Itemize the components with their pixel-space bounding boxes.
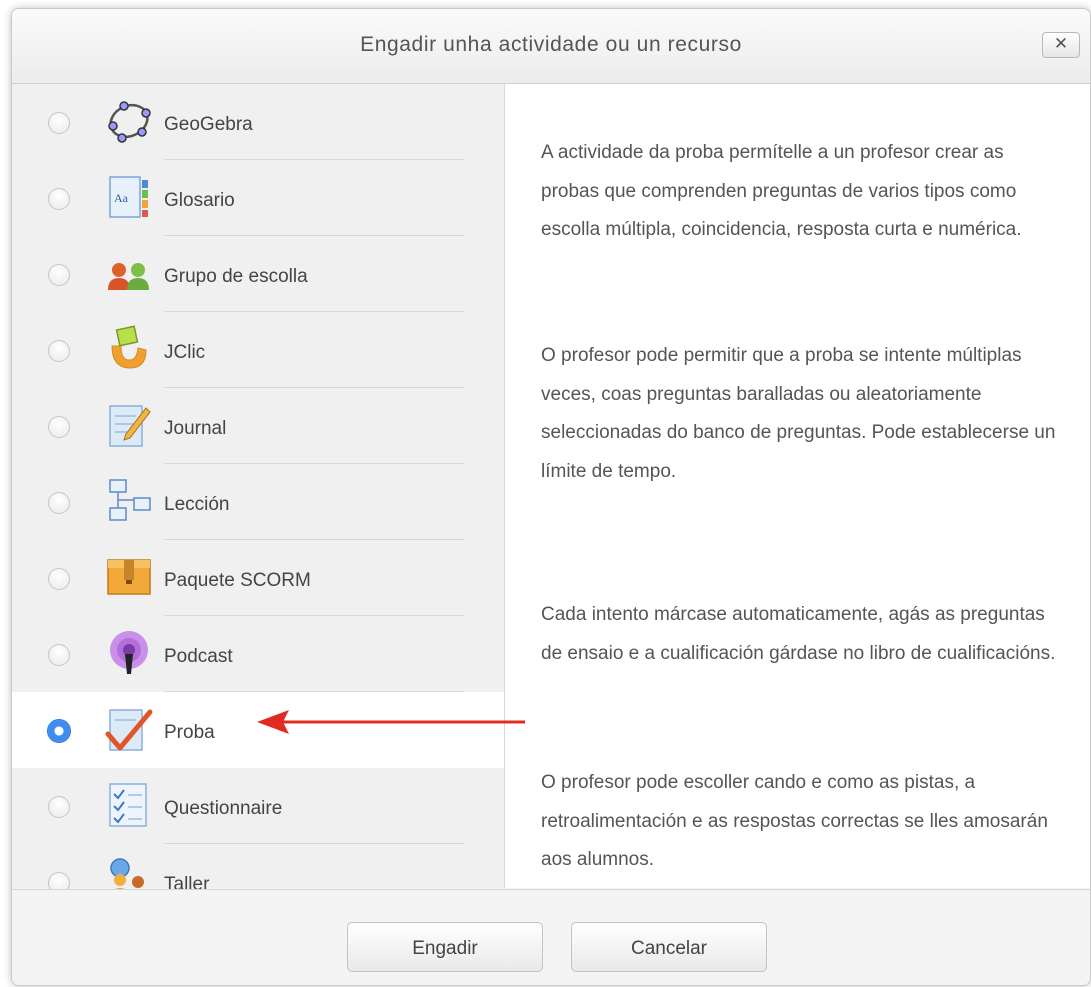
option-questionnaire[interactable]: Questionnaire [12,768,504,844]
option-grupo-de-escolla[interactable]: Grupo de escolla [12,236,504,312]
radio-button[interactable] [48,644,70,666]
svg-text:Aa: Aa [114,191,129,205]
close-button[interactable]: ✕ [1042,32,1080,58]
cancel-button[interactable]: Cancelar [571,922,767,972]
option-label: GeoGebra [164,114,253,135]
option-glosario[interactable]: Aa Glosario [12,160,504,236]
option-label: Podcast [164,646,233,667]
activity-description: A actividade da proba permítelle a un pr… [505,84,1090,888]
radio-button[interactable] [48,340,70,362]
option-label: Proba [164,722,215,743]
option-label: Glosario [164,190,235,211]
scorm-package-icon [107,559,151,595]
lesson-icon [109,479,151,521]
podcast-icon [110,631,148,674]
journal-icon [109,405,151,447]
radio-button[interactable] [48,112,70,134]
add-button[interactable]: Engadir [347,922,543,972]
description-paragraph: O profesor pode permitir que a proba se … [541,345,1056,482]
radio-button[interactable] [48,796,70,818]
option-geogebra[interactable]: GeoGebra [12,84,504,160]
description-paragraph: O profesor pode escoller cando e como as… [541,772,1048,870]
add-activity-dialog: Engadir unha actividade ou un recurso ✕ … [11,8,1091,986]
option-jclic[interactable]: JClic [12,312,504,388]
option-podcast[interactable]: Podcast [12,616,504,692]
radio-button[interactable] [48,568,70,590]
activity-list: GeoGebra Aa Glosario Grupo de escolla JC… [12,84,505,902]
quiz-icon [105,709,153,751]
dialog-header: Engadir unha actividade ou un recurso ✕ [12,9,1090,84]
radio-button[interactable] [48,264,70,286]
questionnaire-icon [109,783,147,827]
option-label: JClic [164,342,206,363]
glossary-icon: Aa [109,176,148,218]
annotation-arrow-icon [257,710,525,734]
geogebra-icon [108,101,151,143]
dialog-footer: Engadir Cancelar [12,889,1090,985]
dialog-title: Engadir unha actividade ou un recurso [360,33,742,56]
option-label: Lección [164,494,230,515]
option-leccion[interactable]: Lección [12,464,504,540]
option-paquete-scorm[interactable]: Paquete SCORM [12,540,504,616]
jclic-icon [111,325,147,369]
group-choice-icon [108,263,149,290]
option-journal[interactable]: Journal [12,388,504,464]
option-label: Grupo de escolla [164,266,308,287]
option-label: Paquete SCORM [164,570,311,591]
description-paragraph: Cada intento márcase automaticamente, ag… [541,604,1056,664]
description-paragraph: A actividade da proba permítelle a un pr… [541,142,1022,240]
option-label: Journal [164,418,227,439]
radio-button[interactable] [48,188,70,210]
radio-button[interactable] [48,416,70,438]
radio-button[interactable] [48,492,70,514]
option-taller[interactable]: Taller [12,844,504,902]
option-label: Questionnaire [164,798,283,819]
radio-button[interactable] [48,720,70,742]
